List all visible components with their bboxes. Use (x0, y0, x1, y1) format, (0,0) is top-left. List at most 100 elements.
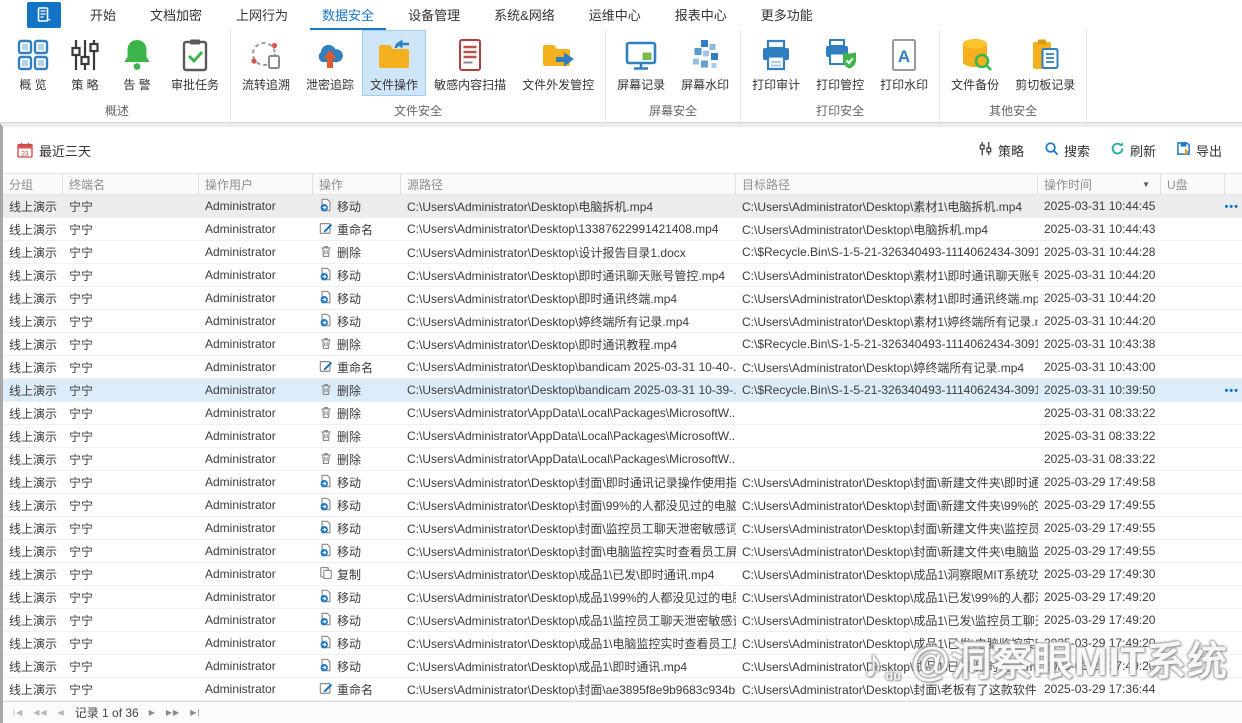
ribbon-item-screen-record[interactable]: 屏幕记录 (609, 30, 673, 96)
prev-page-button[interactable]: ◀ (58, 708, 65, 717)
ribbon-item-file-operations[interactable]: 文件操作 (362, 30, 427, 96)
prev-group-button[interactable]: ◀◀ (33, 708, 47, 717)
cell-op: 移动 (313, 586, 401, 608)
column-header-group[interactable]: 分组 (3, 174, 63, 194)
table-row[interactable]: 线上演示 宁宁 Administrator 移动 C:\Users\Administra… (3, 517, 1242, 540)
cell-terminal: 宁宁 (69, 360, 94, 375)
table-row[interactable]: 线上演示 宁宁 Administrator 移动 C:\Users\Administra… (3, 287, 1242, 310)
ribbon-item-print-control[interactable]: 打印管控 (808, 30, 872, 96)
menu-item-report-center[interactable]: 报表中心 (663, 0, 739, 30)
table-row[interactable]: 线上演示 宁宁 Administrator 移动 C:\Users\Administra… (3, 310, 1242, 333)
ribbon-item-leak-trace[interactable]: 泄密追踪 (298, 30, 362, 96)
table-row[interactable]: 线上演示 宁宁 Administrator 移动 C:\Users\Administra… (3, 609, 1242, 632)
column-header-usb[interactable]: U盘 (1161, 174, 1225, 194)
cell-src: C:\Users\Administrator\Desktop\即时通讯聊天账号管… (407, 268, 726, 283)
clipboard-record-icon (1027, 37, 1063, 73)
table-row[interactable]: 线上演示 宁宁 Administrator 重命名 C:\Users\Administr… (3, 218, 1242, 241)
ribbon-item-file-backup[interactable]: 文件备份 (943, 30, 1007, 96)
ribbon-item-sensitive-scan[interactable]: 敏感内容扫描 (426, 30, 514, 96)
cell-group: 线上演示 (9, 429, 58, 444)
menu-item-system-network[interactable]: 系统&网络 (482, 0, 567, 30)
sort-arrow-icon[interactable]: ▼ (1142, 180, 1154, 189)
table-row[interactable]: 线上演示 宁宁 Administrator 复制 C:\Users\Administra… (3, 563, 1242, 586)
cell-user: Administrator (205, 314, 276, 328)
table-row[interactable]: 线上演示 宁宁 Administrator 移动 C:\Users\Administra… (3, 655, 1242, 678)
column-header-dst[interactable]: 目标路径 (736, 174, 1038, 194)
ribbon-item-clipboard-record[interactable]: 剪切板记录 (1007, 30, 1083, 96)
table-row[interactable]: 线上演示 宁宁 Administrator 移动 C:\Users\Administra… (3, 632, 1242, 655)
ribbon-item-overview[interactable]: 概 览 (7, 30, 59, 96)
column-header-actions (1225, 174, 1242, 194)
ribbon-item-flow-trace[interactable]: 流转追溯 (234, 30, 298, 96)
ribbon-item-print-audit[interactable]: 打印审计 (744, 30, 808, 96)
column-header-time[interactable]: 操作时间 ▼ (1038, 174, 1161, 194)
menu-item-device-mgmt[interactable]: 设备管理 (396, 0, 472, 30)
ribbon-item-alert[interactable]: 告 警 (111, 30, 163, 96)
table-row[interactable]: 线上演示 宁宁 Administrator 删除 C:\Users\Administra… (3, 425, 1242, 448)
table-row[interactable]: 线上演示 宁宁 Administrator 移动 C:\Users\Administra… (3, 264, 1242, 287)
ribbon-group-items: 文件备份 剪切板记录 (943, 30, 1083, 104)
table-row[interactable]: 线上演示 宁宁 Administrator 删除 C:\Users\Administra… (3, 379, 1242, 402)
outgoing-control-icon (540, 37, 576, 73)
export-icon (1176, 141, 1191, 159)
table-row[interactable]: 线上演示 宁宁 Administrator 移动 C:\Users\Administra… (3, 540, 1242, 563)
app-menu-button[interactable] (27, 2, 61, 28)
ribbon-item-label: 文件外发管控 (522, 78, 595, 92)
file-backup-icon (957, 37, 993, 73)
column-header-src[interactable]: 源路径 (401, 174, 736, 194)
op-label: 重命名 (337, 222, 374, 237)
table-row[interactable]: 线上演示 宁宁 Administrator 删除 C:\Users\Administra… (3, 448, 1242, 471)
menu-item-data-security[interactable]: 数据安全 (310, 0, 387, 30)
column-header-user[interactable]: 操作用户 (199, 174, 313, 194)
cell-time: 2025-03-31 10:44:45 (1044, 199, 1156, 213)
delete-icon (319, 336, 337, 353)
column-header-terminal[interactable]: 终端名 (63, 174, 199, 194)
next-group-button[interactable]: ▶▶ (166, 708, 180, 717)
table-row[interactable]: 线上演示 宁宁 Administrator 移动 C:\Users\Administra… (3, 494, 1242, 517)
date-range-filter[interactable]: 23 最近三天 (17, 141, 91, 160)
menu-item-start[interactable]: 开始 (78, 0, 128, 30)
cell-terminal: 宁宁 (69, 613, 94, 628)
table-row[interactable]: 线上演示 宁宁 Administrator 移动 C:\Users\Administra… (3, 586, 1242, 609)
menu-item-web-behavior[interactable]: 上网行为 (224, 0, 300, 30)
last-page-button[interactable]: ▶| (190, 708, 200, 717)
search-button[interactable]: 搜索 (1044, 141, 1090, 160)
cell-op: 移动 (313, 632, 401, 654)
table-row[interactable]: 线上演示 宁宁 Administrator 删除 C:\Users\Administra… (3, 402, 1242, 425)
policy-button[interactable]: 策略 (978, 141, 1024, 160)
menu-item-doc-encrypt[interactable]: 文档加密 (138, 0, 214, 30)
refresh-icon (1110, 141, 1125, 159)
op-label: 移动 (337, 314, 362, 329)
cell-src: C:\Users\Administrator\Desktop\婷终端所有记录.m… (407, 314, 690, 329)
menu-item-more-features[interactable]: 更多功能 (749, 0, 825, 30)
table-row[interactable]: 线上演示 宁宁 Administrator 移动 C:\Users\Administra… (3, 471, 1242, 494)
ribbon-item-policy[interactable]: 策 略 (59, 30, 111, 96)
ribbon-item-label: 概 览 (19, 78, 47, 92)
ribbon-item-print-watermark[interactable]: A 打印水印 (872, 30, 936, 96)
first-page-button[interactable]: |◀ (13, 708, 23, 717)
column-header-label: U盘 (1167, 177, 1188, 192)
table-row[interactable]: 线上演示 宁宁 Administrator 重命名 C:\Users\Administr… (3, 356, 1242, 379)
export-button[interactable]: 导出 (1176, 141, 1222, 160)
menu-item-ops-center[interactable]: 运维中心 (577, 0, 653, 30)
table-row[interactable]: 线上演示 宁宁 Administrator 删除 C:\Users\Administra… (3, 333, 1242, 356)
next-page-button[interactable]: ▶ (149, 708, 156, 717)
refresh-button[interactable]: 刷新 (1110, 141, 1156, 160)
ribbon-item-screen-watermark[interactable]: 屏幕水印 (673, 30, 737, 96)
ribbon-item-approval-tasks[interactable]: 审批任务 (163, 30, 227, 96)
row-actions-button[interactable]: ••• (1224, 379, 1239, 402)
cell-time: 2025-03-29 17:49:55 (1044, 498, 1156, 512)
print-watermark-icon: A (886, 37, 922, 73)
ribbon-item-file-outgoing-control[interactable]: 文件外发管控 (514, 30, 602, 96)
cell-src: C:\Users\Administrator\Desktop\封面\监控员工聊天… (407, 521, 736, 536)
column-header-op[interactable]: 操作 (313, 174, 401, 194)
ribbon-group-3: 打印审计 打印管控 A 打印水印 打印安全 (741, 30, 941, 122)
op-label: 移动 (337, 613, 362, 628)
record-count-label: 记录 1 of 36 (74, 706, 139, 720)
table-row[interactable]: 线上演示 宁宁 Administrator 重命名 C:\Users\Administr… (3, 678, 1242, 701)
table-row[interactable]: 线上演示 宁宁 Administrator 移动 C:\Users\Administra… (3, 195, 1242, 218)
op-label: 删除 (337, 245, 362, 260)
table-row[interactable]: 线上演示 宁宁 Administrator 删除 C:\Users\Administra… (3, 241, 1242, 264)
op-label: 移动 (337, 475, 362, 490)
row-actions-button[interactable]: ••• (1224, 195, 1239, 218)
